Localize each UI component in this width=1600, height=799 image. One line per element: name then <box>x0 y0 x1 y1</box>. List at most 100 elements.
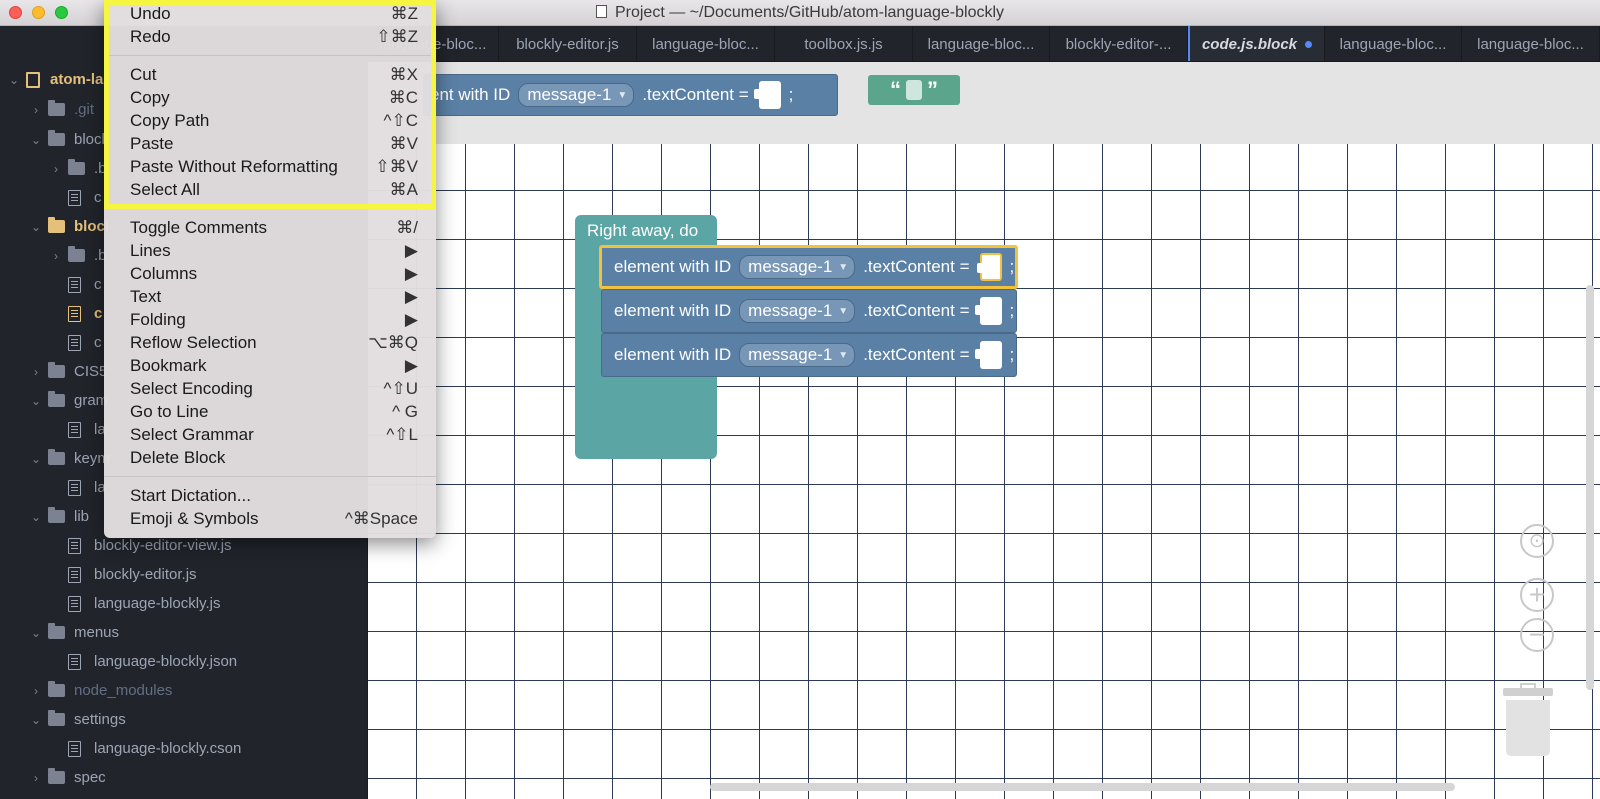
chevron-down-icon: ⌄ <box>30 625 42 640</box>
vertical-scrollbar[interactable] <box>1586 285 1594 690</box>
chevron-down-icon: ⌄ <box>30 509 42 524</box>
tree-folder-menus[interactable]: ⌄ menus <box>0 618 367 647</box>
trash-body <box>1506 700 1550 756</box>
menu-item-label: Columns <box>130 263 198 283</box>
tab-blockly-editor-view[interactable]: blockly-editor-... <box>1050 26 1188 61</box>
menu-item-shortcut: ⌥⌘Q <box>368 332 418 352</box>
tree-folder-settings[interactable]: ⌄ settings <box>0 705 367 734</box>
dropdown-value: message-1 <box>748 301 833 320</box>
menu-item-columns[interactable]: Columns ▶ <box>104 262 436 285</box>
menu-item-label: Text <box>130 286 162 306</box>
menu-item-label: Go to Line <box>130 401 209 421</box>
tab-blockly-editor[interactable]: blockly-editor.js <box>499 26 637 61</box>
id-dropdown[interactable]: message-1 ▼ <box>518 83 635 107</box>
menu-item-copy[interactable]: Copy ⌘C <box>104 86 436 109</box>
submenu-arrow-icon: ▶ <box>404 286 418 306</box>
menu-item-delete-block[interactable]: Delete Block <box>104 446 436 469</box>
folder-icon <box>48 681 65 697</box>
block-terminator: ; <box>1009 345 1015 364</box>
menu-item-shortcut: ⌘/ <box>396 217 418 237</box>
menu-item-toggle-comments[interactable]: Toggle Comments ⌘/ <box>104 216 436 239</box>
menu-item-paste-without-reformatting[interactable]: Paste Without Reformatting ⇧⌘V <box>104 155 436 178</box>
menu-item-reflow-selection[interactable]: Reflow Selection ⌥⌘Q <box>104 331 436 354</box>
menu-item-text[interactable]: Text ▶ <box>104 285 436 308</box>
tree-file-language-blockly-json[interactable]: language-blockly.json <box>0 647 367 676</box>
id-dropdown[interactable]: message-1 ▼ <box>739 343 856 367</box>
chevron-down-icon: ⌄ <box>8 72 20 87</box>
blockly-workspace[interactable]: ent with ID message-1 ▼ .textContent = ; … <box>368 62 1600 799</box>
dropdown-value: message-1 <box>527 85 612 104</box>
zoom-in-button[interactable]: + <box>1520 578 1554 612</box>
submenu-arrow-icon: ▶ <box>404 355 418 375</box>
menu-item-bookmark[interactable]: Bookmark ▶ <box>104 354 436 377</box>
menu-item-start-dictation[interactable]: Start Dictation... <box>104 484 436 507</box>
dropdown-arrow-icon: ▼ <box>617 89 628 101</box>
menu-item-select-grammar[interactable]: Select Grammar ^⇧L <box>104 423 436 446</box>
value-input-slot[interactable] <box>753 81 781 109</box>
set-text-block-1[interactable]: element with ID message-1 ▼ .textContent … <box>599 245 1018 289</box>
tree-item-label: spec <box>74 769 106 786</box>
folder-icon <box>48 362 65 378</box>
trash-can-icon[interactable] <box>1503 683 1553 758</box>
menu-item-cut[interactable]: Cut ⌘X <box>104 63 436 86</box>
menu-separator <box>104 55 436 56</box>
tab-label: language-bloc... <box>652 35 759 53</box>
menu-item-select-encoding[interactable]: Select Encoding ^⇧U <box>104 377 436 400</box>
tree-file-language-blockly-js[interactable]: language-blockly.js <box>0 589 367 618</box>
block-label: ent with ID <box>430 85 511 104</box>
folder-icon <box>48 710 65 726</box>
file-icon <box>68 421 81 438</box>
chevron-down-icon: ⌄ <box>30 451 42 466</box>
container-label: Right away, do <box>587 221 699 240</box>
tree-folder-node-modules[interactable]: › node_modules <box>0 676 367 705</box>
tab-language-blockly-2[interactable]: language-bloc... <box>637 26 775 61</box>
text-field[interactable] <box>906 80 922 100</box>
menu-item-label: Undo <box>130 3 171 23</box>
menu-item-redo[interactable]: Redo ⇧⌘Z <box>104 25 436 48</box>
tab-toolbox[interactable]: toolbox.js.js <box>775 26 913 61</box>
menu-item-shortcut: ⇧⌘V <box>375 156 418 176</box>
value-input-slot[interactable] <box>974 297 1002 325</box>
flyout-text-block[interactable]: “” <box>868 75 960 105</box>
menu-item-go-to-line[interactable]: Go to Line ^ G <box>104 400 436 423</box>
window-title-text: Project — ~/Documents/GitHub/atom-langua… <box>614 4 1005 21</box>
menu-item-emoji-symbols[interactable]: Emoji & Symbols ^⌘Space <box>104 507 436 530</box>
tree-folder-spec[interactable]: › spec <box>0 763 367 792</box>
menu-item-copy-path[interactable]: Copy Path ^⇧C <box>104 109 436 132</box>
menu-item-paste[interactable]: Paste ⌘V <box>104 132 436 155</box>
menu-item-shortcut: ^⌘Space <box>344 508 418 528</box>
menu-item-label: Lines <box>130 240 171 260</box>
menu-item-select-all[interactable]: Select All ⌘A <box>104 178 436 201</box>
id-dropdown[interactable]: message-1 ▼ <box>739 255 856 279</box>
chevron-right-icon: › <box>34 770 38 785</box>
menu-item-lines[interactable]: Lines ▶ <box>104 239 436 262</box>
tree-file-language-blockly-cson[interactable]: language-blockly.cson <box>0 734 367 763</box>
zoom-in-icon: + <box>1528 579 1546 610</box>
file-icon <box>68 653 81 670</box>
menu-item-undo[interactable]: Undo ⌘Z <box>104 2 436 25</box>
block-terminator: ; <box>1009 257 1015 276</box>
file-icon <box>68 479 81 496</box>
id-dropdown[interactable]: message-1 ▼ <box>739 299 856 323</box>
tab-language-blockly-5[interactable]: language-bloc... <box>1462 26 1600 61</box>
flyout-set-text-block[interactable]: ent with ID message-1 ▼ .textContent = ; <box>423 74 838 116</box>
chevron-right-icon: › <box>34 364 38 379</box>
tab-language-blockly-3[interactable]: language-bloc... <box>913 26 1050 61</box>
value-input-slot[interactable] <box>976 253 1002 281</box>
dropdown-value: message-1 <box>748 257 833 276</box>
menu-item-folding[interactable]: Folding ▶ <box>104 308 436 331</box>
set-text-block-3[interactable]: element with ID message-1 ▼ .textContent … <box>601 333 1017 377</box>
tab-language-blockly-4[interactable]: language-bloc... <box>1325 26 1462 61</box>
file-icon <box>68 305 81 322</box>
zoom-out-button[interactable]: − <box>1520 618 1554 652</box>
set-text-block-2[interactable]: element with ID message-1 ▼ .textContent … <box>601 289 1017 333</box>
tree-file-blockly-editor[interactable]: blockly-editor.js <box>0 560 367 589</box>
horizontal-scrollbar[interactable] <box>710 783 1455 791</box>
block-property-label: .textContent = <box>863 345 970 364</box>
value-input-slot[interactable] <box>974 341 1002 369</box>
menu-item-label: Cut <box>130 64 157 84</box>
toolbox-flyout: ent with ID message-1 ▼ .textContent = ; … <box>368 62 1600 144</box>
workspace-grid[interactable] <box>368 144 1600 799</box>
recenter-icon[interactable]: ⊙ <box>1520 524 1554 558</box>
tab-code-js-block[interactable]: code.js.block <box>1188 26 1325 61</box>
